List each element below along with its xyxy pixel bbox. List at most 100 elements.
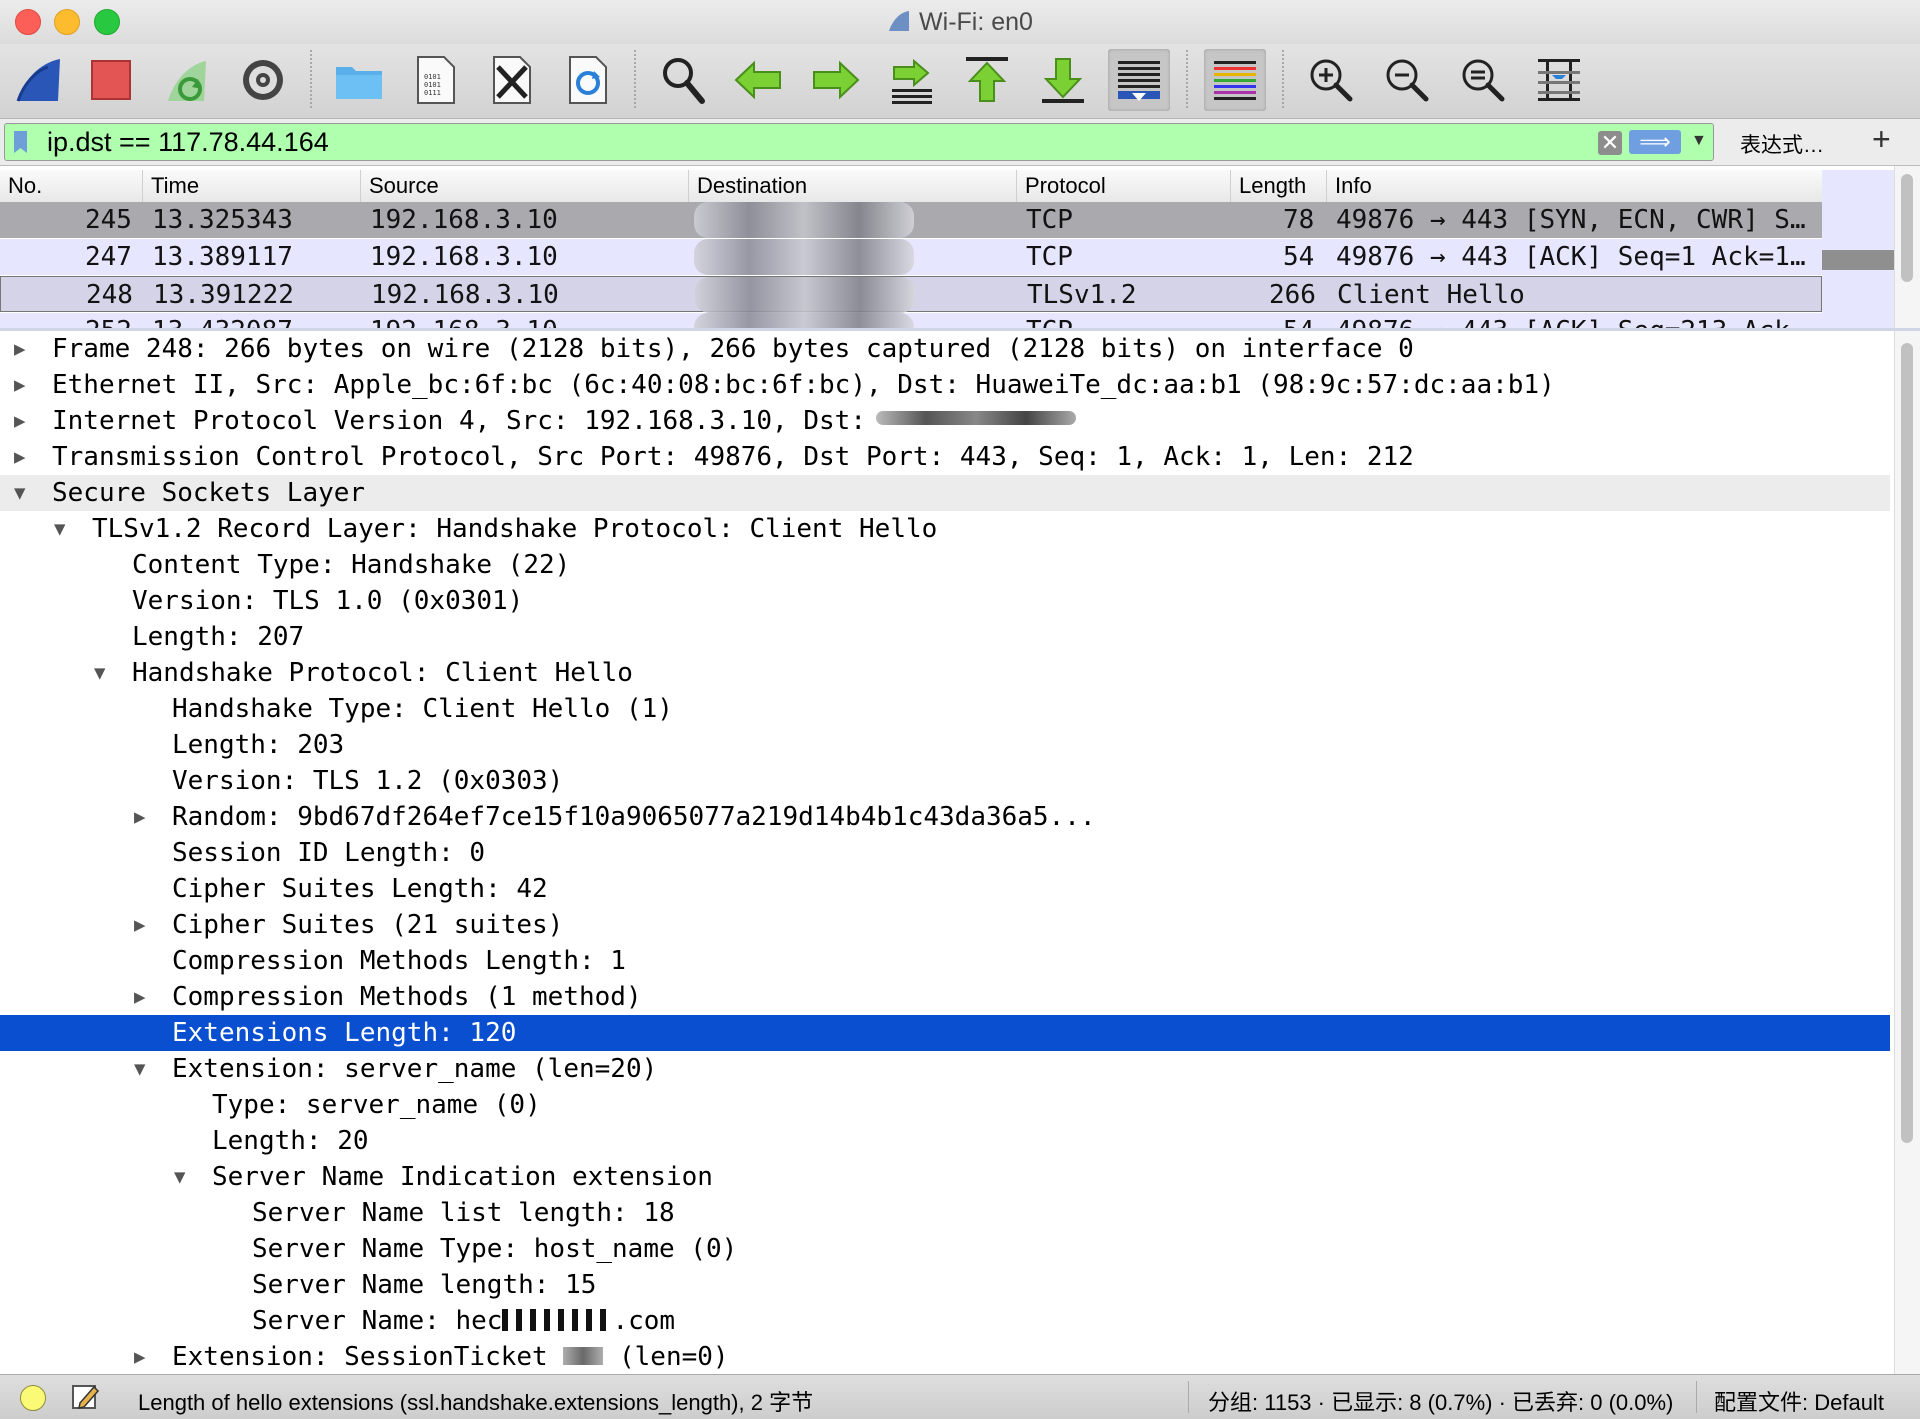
detail-row[interactable]: ▶ Ethernet II, Src: Apple_bc:6f:bc (6c:40…: [0, 367, 1890, 403]
colorize-icon[interactable]: [1204, 49, 1266, 111]
save-file-icon[interactable]: 0101 0101 0111: [404, 49, 466, 111]
redacted-hostname: [502, 1309, 613, 1331]
add-filter-button[interactable]: +: [1872, 121, 1891, 158]
expand-twisty-icon[interactable]: ▶: [134, 802, 145, 832]
display-filter-input[interactable]: ip.dst == 117.78.44.164: [47, 127, 329, 158]
detail-row[interactable]: Server Name Type: host_name (0): [0, 1231, 1890, 1267]
expand-twisty-icon[interactable]: ▶: [134, 910, 145, 940]
detail-row[interactable]: Length: 203: [0, 727, 1890, 763]
packet-list-header: No. Time Source Destination Protocol Len…: [0, 170, 1822, 203]
expert-info-indicator-icon[interactable]: [20, 1385, 46, 1411]
packet-list-minimap[interactable]: [1822, 170, 1894, 328]
detail-row[interactable]: ▶ Random: 9bd67df264ef7ce15f10a9065077a21…: [0, 799, 1890, 835]
detail-row[interactable]: Length: 207: [0, 619, 1890, 655]
collapse-twisty-icon[interactable]: ▼: [14, 478, 25, 508]
packet-info: Client Hello: [1337, 280, 1525, 310]
column-header-source[interactable]: Source: [360, 170, 688, 202]
status-profile[interactable]: 配置文件: Default: [1714, 1385, 1884, 1417]
close-file-icon[interactable]: [480, 49, 542, 111]
go-to-packet-icon[interactable]: [880, 49, 942, 111]
collapse-twisty-icon[interactable]: ▼: [174, 1162, 185, 1192]
collapse-twisty-icon[interactable]: ▼: [94, 658, 105, 688]
column-header-protocol[interactable]: Protocol: [1016, 170, 1230, 202]
detail-row[interactable]: Version: TLS 1.0 (0x0301): [0, 583, 1890, 619]
detail-row-selected[interactable]: Extensions Length: 120: [0, 1015, 1890, 1051]
detail-row[interactable]: Version: TLS 1.2 (0x0303): [0, 763, 1890, 799]
zoom-in-icon[interactable]: [1300, 49, 1362, 111]
scrollbar-thumb[interactable]: [1901, 174, 1913, 282]
detail-row[interactable]: Server Name list length: 18: [0, 1195, 1890, 1231]
collapse-twisty-icon[interactable]: ▼: [54, 514, 65, 544]
reload-file-icon[interactable]: [556, 49, 618, 111]
column-header-destination[interactable]: Destination: [688, 170, 1016, 202]
go-back-icon[interactable]: [728, 49, 790, 111]
packet-row[interactable]: 252 13.432087 192.168.3.10 TCP 54 49876 …: [0, 313, 1822, 328]
detail-row[interactable]: Content Type: Handshake (22): [0, 547, 1890, 583]
shark-fin-start-icon[interactable]: [8, 49, 70, 111]
stop-capture-icon[interactable]: [80, 49, 142, 111]
go-last-icon[interactable]: [1032, 49, 1094, 111]
open-file-icon[interactable]: [328, 49, 390, 111]
detail-row[interactable]: ▶ Extension: SessionTicket (len=0): [0, 1339, 1890, 1374]
detail-row[interactable]: ▼ Server Name Indication extension: [0, 1159, 1890, 1195]
detail-row[interactable]: Server Name length: 15: [0, 1267, 1890, 1303]
detail-row[interactable]: Cipher Suites Length: 42: [0, 871, 1890, 907]
display-filter-field[interactable]: ip.dst == 117.78.44.164 ✕ ⟹ ▼: [4, 123, 1714, 161]
detail-row[interactable]: ▶ Transmission Control Protocol, Src Port…: [0, 439, 1890, 475]
detail-row[interactable]: Session ID Length: 0: [0, 835, 1890, 871]
detail-text: Extension: SessionTicket: [172, 1342, 548, 1372]
autoscroll-icon[interactable]: [1108, 49, 1170, 111]
restart-capture-icon[interactable]: [156, 49, 218, 111]
detail-row[interactable]: ▶ Frame 248: 266 bytes on wire (2128 bits…: [0, 331, 1890, 367]
packet-protocol: TCP: [1026, 316, 1073, 328]
expand-twisty-icon[interactable]: ▶: [14, 442, 25, 472]
packet-list-scrollbar[interactable]: [1894, 166, 1920, 328]
apply-filter-button[interactable]: ⟹: [1629, 130, 1681, 154]
detail-row[interactable]: Length: 20: [0, 1123, 1890, 1159]
expand-twisty-icon[interactable]: ▶: [134, 982, 145, 1012]
packet-details-scrollbar[interactable]: [1894, 331, 1920, 1374]
column-header-no[interactable]: No.: [0, 170, 142, 202]
wireshark-fin-icon: [889, 11, 910, 31]
column-header-length[interactable]: Length: [1230, 170, 1326, 202]
detail-row[interactable]: Server Name: hec .com: [0, 1303, 1890, 1339]
detail-row[interactable]: ▶ Cipher Suites (21 suites): [0, 907, 1890, 943]
filter-history-dropdown-icon[interactable]: ▼: [1691, 126, 1707, 156]
detail-row[interactable]: ▶ Internet Protocol Version 4, Src: 192.1…: [0, 403, 1890, 439]
detail-text: Extensions Length: 120: [172, 1018, 517, 1048]
resize-columns-icon[interactable]: [1528, 49, 1590, 111]
packet-row-selected[interactable]: 248 13.391222 192.168.3.10 TLSv1.2 266 C…: [0, 276, 1822, 313]
packet-row[interactable]: 247 13.389117 192.168.3.10 TCP 54 49876 …: [0, 239, 1822, 275]
scrollbar-thumb[interactable]: [1901, 343, 1913, 1143]
go-first-icon[interactable]: [956, 49, 1018, 111]
detail-row[interactable]: ▼ Extension: server_name (len=20): [0, 1051, 1890, 1087]
main-toolbar: 0101 0101 0111: [0, 44, 1920, 119]
detail-row[interactable]: Compression Methods Length: 1: [0, 943, 1890, 979]
find-packet-icon[interactable]: [652, 49, 714, 111]
expand-twisty-icon[interactable]: ▶: [134, 1342, 145, 1372]
detail-row[interactable]: Type: server_name (0): [0, 1087, 1890, 1123]
zoom-out-icon[interactable]: [1376, 49, 1438, 111]
clear-filter-button[interactable]: ✕: [1598, 131, 1622, 155]
display-filter-bar: ip.dst == 117.78.44.164 ✕ ⟹ ▼ 表达式… +: [0, 119, 1920, 166]
packet-length: 266: [1269, 280, 1316, 310]
detail-row[interactable]: Handshake Type: Client Hello (1): [0, 691, 1890, 727]
detail-row[interactable]: ▶ Compression Methods (1 method): [0, 979, 1890, 1015]
expression-button[interactable]: 表达式…: [1740, 129, 1824, 159]
expand-twisty-icon[interactable]: ▶: [14, 334, 25, 364]
collapse-twisty-icon[interactable]: ▼: [134, 1054, 145, 1084]
go-forward-icon[interactable]: [804, 49, 866, 111]
detail-row[interactable]: ▼ Secure Sockets Layer: [0, 475, 1890, 511]
zoom-normal-icon[interactable]: [1452, 49, 1514, 111]
detail-row[interactable]: ▼ TLSv1.2 Record Layer: Handshake Protoco…: [0, 511, 1890, 547]
detail-text: Compression Methods Length: 1: [172, 946, 626, 976]
capture-comment-icon[interactable]: [70, 1381, 100, 1411]
column-header-time[interactable]: Time: [142, 170, 360, 202]
packet-row[interactable]: 245 13.325343 192.168.3.10 TCP 78 49876 …: [0, 202, 1822, 238]
detail-row[interactable]: ▼ Handshake Protocol: Client Hello: [0, 655, 1890, 691]
expand-twisty-icon[interactable]: ▶: [14, 406, 25, 436]
bookmark-icon[interactable]: [14, 131, 27, 153]
expand-twisty-icon[interactable]: ▶: [14, 370, 25, 400]
column-header-info[interactable]: Info: [1326, 170, 1822, 202]
capture-options-icon[interactable]: [232, 49, 294, 111]
